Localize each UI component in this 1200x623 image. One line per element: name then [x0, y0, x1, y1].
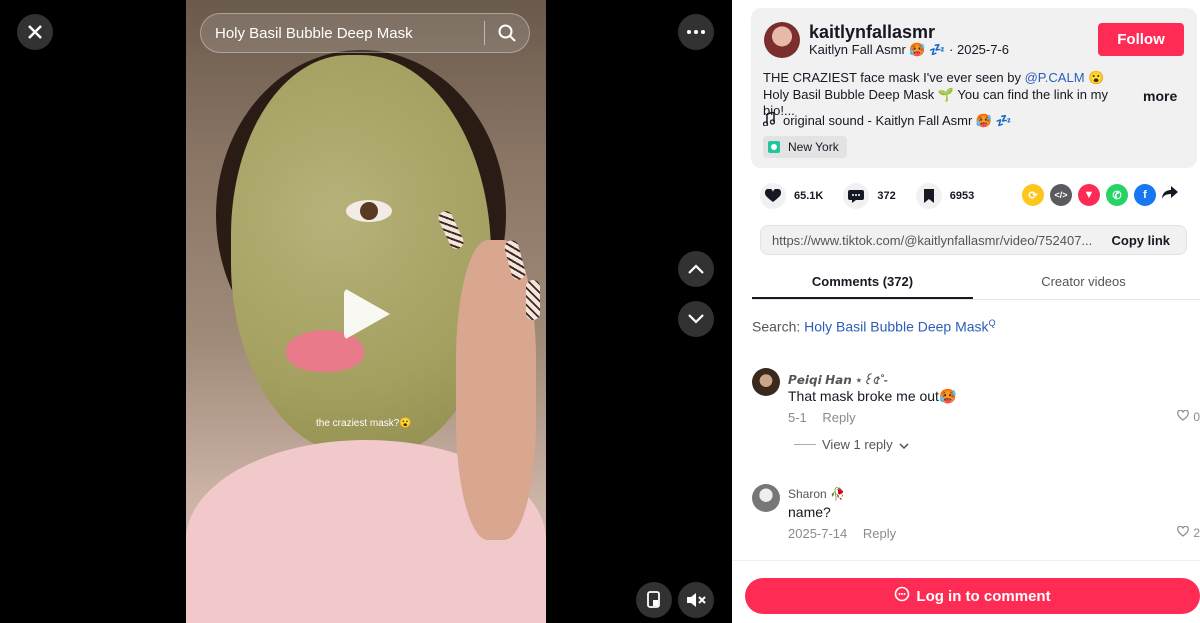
- like-count: 65.1K: [794, 190, 824, 202]
- search-keyword[interactable]: Holy Basil Bubble Deep Mask: [804, 319, 988, 335]
- date-separator: ·: [949, 42, 957, 57]
- video-player[interactable]: the craziest mask?😮 Holy Basil Bubble De…: [0, 0, 732, 623]
- comment-item: Sharon 🥀 name? 2025-7-14 Reply 2: [752, 484, 1200, 544]
- video-face-mask: [231, 55, 491, 455]
- description-text: THE CRAZIEST face mask I've ever seen by: [763, 70, 1025, 85]
- comment-text: name?: [788, 504, 831, 520]
- more-button[interactable]: more: [1143, 88, 1177, 104]
- reply-divider-line: [794, 444, 816, 445]
- sound-row[interactable]: original sound - Kaitlyn Fall Asmr 🥵 💤: [762, 111, 1012, 129]
- tab-creator-videos[interactable]: Creator videos: [973, 264, 1194, 299]
- chevron-up-icon[interactable]: [678, 251, 714, 287]
- share-arrow-icon[interactable]: [1162, 185, 1178, 205]
- embed-icon[interactable]: </>: [1050, 184, 1072, 206]
- share-row: ⟳ </> ▼ ✆ f: [1022, 184, 1178, 206]
- music-note-icon: [762, 111, 776, 129]
- search-suggestion[interactable]: Search: Holy Basil Bubble Deep MaskQ: [752, 318, 996, 335]
- share-link-box: https://www.tiktok.com/@kaitlynfallasmr/…: [760, 225, 1187, 255]
- actions-row: 65.1K 372 6953: [760, 183, 994, 209]
- location-icon: [768, 141, 780, 153]
- heart-icon[interactable]: [760, 183, 786, 209]
- mention-link[interactable]: @P.CALM: [1025, 70, 1085, 85]
- save-action[interactable]: 6953: [915, 183, 975, 209]
- mute-icon[interactable]: [678, 582, 714, 618]
- location-name: New York: [788, 140, 839, 154]
- comment-like-count: 0: [1193, 410, 1200, 424]
- copy-link-button[interactable]: Copy link: [1111, 233, 1186, 248]
- view-replies-button[interactable]: View 1 reply: [794, 437, 909, 452]
- video-frame[interactable]: the craziest mask?😮: [186, 0, 546, 623]
- view-replies-label[interactable]: View 1 reply: [822, 437, 893, 452]
- commenter-name[interactable]: Sharon 🥀: [788, 487, 845, 501]
- video-search-bar[interactable]: Holy Basil Bubble Deep Mask: [200, 13, 530, 53]
- reply-button[interactable]: Reply: [822, 410, 855, 425]
- picture-in-picture-icon[interactable]: [636, 582, 672, 618]
- like-action[interactable]: 65.1K: [760, 183, 823, 209]
- comment-meta: 2025-7-14 Reply: [788, 526, 896, 541]
- follow-button[interactable]: Follow: [1098, 23, 1184, 56]
- repost-icon[interactable]: ⟳: [1022, 184, 1044, 206]
- comment-like-count: 2: [1193, 526, 1200, 540]
- location-tag[interactable]: New York: [763, 136, 847, 158]
- whatsapp-icon[interactable]: ✆: [1106, 184, 1128, 206]
- search-icon[interactable]: [485, 24, 529, 42]
- comment-bubble-icon: [894, 586, 910, 606]
- search-query-text[interactable]: Holy Basil Bubble Deep Mask: [201, 25, 484, 42]
- save-count: 6953: [949, 190, 975, 202]
- creator-username[interactable]: kaitlynfallasmr: [809, 22, 935, 43]
- comment-bottom-bar: Log in to comment: [732, 560, 1200, 623]
- comment-date: 2025-7-14: [788, 526, 848, 541]
- video-caption: the craziest mask?😮: [316, 418, 412, 429]
- chevron-down-icon[interactable]: [678, 301, 714, 337]
- login-to-comment-button[interactable]: Log in to comment: [745, 578, 1200, 614]
- search-prefix: Search:: [752, 318, 805, 335]
- comment-date: 5-1: [788, 410, 807, 425]
- login-label: Log in to comment: [916, 587, 1051, 605]
- heart-outline-icon[interactable]: [1177, 525, 1190, 540]
- send-to-friends-icon[interactable]: ▼: [1078, 184, 1100, 206]
- comment-icon[interactable]: [843, 183, 870, 209]
- creator-card: kaitlynfallasmr Kaitlyn Fall Asmr 🥵 💤 · …: [751, 8, 1197, 168]
- comment-item: 𝙋𝙚𝙞𝙦𝙞 𝙃𝙖𝙣 ⋆꒰৫˚- That mask broke me out🥵 …: [752, 368, 1200, 428]
- comment-count: 372: [877, 190, 896, 202]
- details-panel: kaitlynfallasmr Kaitlyn Fall Asmr 🥵 💤 · …: [732, 0, 1200, 623]
- play-icon[interactable]: [344, 288, 390, 340]
- comment-action[interactable]: 372: [843, 183, 896, 209]
- video-eye: [346, 200, 392, 222]
- more-options-icon[interactable]: [678, 14, 714, 50]
- comment-like[interactable]: 0: [1177, 409, 1200, 424]
- tab-comments[interactable]: Comments (372): [752, 264, 973, 299]
- video-hand: [456, 240, 536, 540]
- close-icon[interactable]: [17, 14, 53, 50]
- chevron-down-small-icon: [899, 437, 909, 452]
- creator-subline: Kaitlyn Fall Asmr 🥵 💤 · 2025-7-6: [809, 42, 1009, 58]
- tabs-bar: Comments (372) Creator videos: [752, 264, 1200, 300]
- video-nail: [526, 280, 540, 320]
- heart-outline-icon[interactable]: [1177, 409, 1190, 424]
- facebook-icon[interactable]: f: [1134, 184, 1156, 206]
- comment-like[interactable]: 2: [1177, 525, 1200, 540]
- creator-display-name[interactable]: Kaitlyn Fall Asmr 🥵 💤: [809, 42, 945, 57]
- search-small-icon: Q: [988, 318, 996, 328]
- avatar[interactable]: [764, 22, 800, 58]
- sound-name[interactable]: original sound - Kaitlyn Fall Asmr 🥵 💤: [783, 113, 1012, 129]
- commenter-avatar[interactable]: [752, 484, 780, 512]
- commenter-avatar[interactable]: [752, 368, 780, 396]
- comment-text: That mask broke me out🥵: [788, 388, 957, 404]
- reply-button[interactable]: Reply: [863, 526, 896, 541]
- bookmark-icon[interactable]: [915, 183, 942, 209]
- video-link-text[interactable]: https://www.tiktok.com/@kaitlynfallasmr/…: [761, 233, 1111, 248]
- post-date: 2025-7-6: [956, 42, 1010, 57]
- comment-meta: 5-1 Reply: [788, 410, 856, 425]
